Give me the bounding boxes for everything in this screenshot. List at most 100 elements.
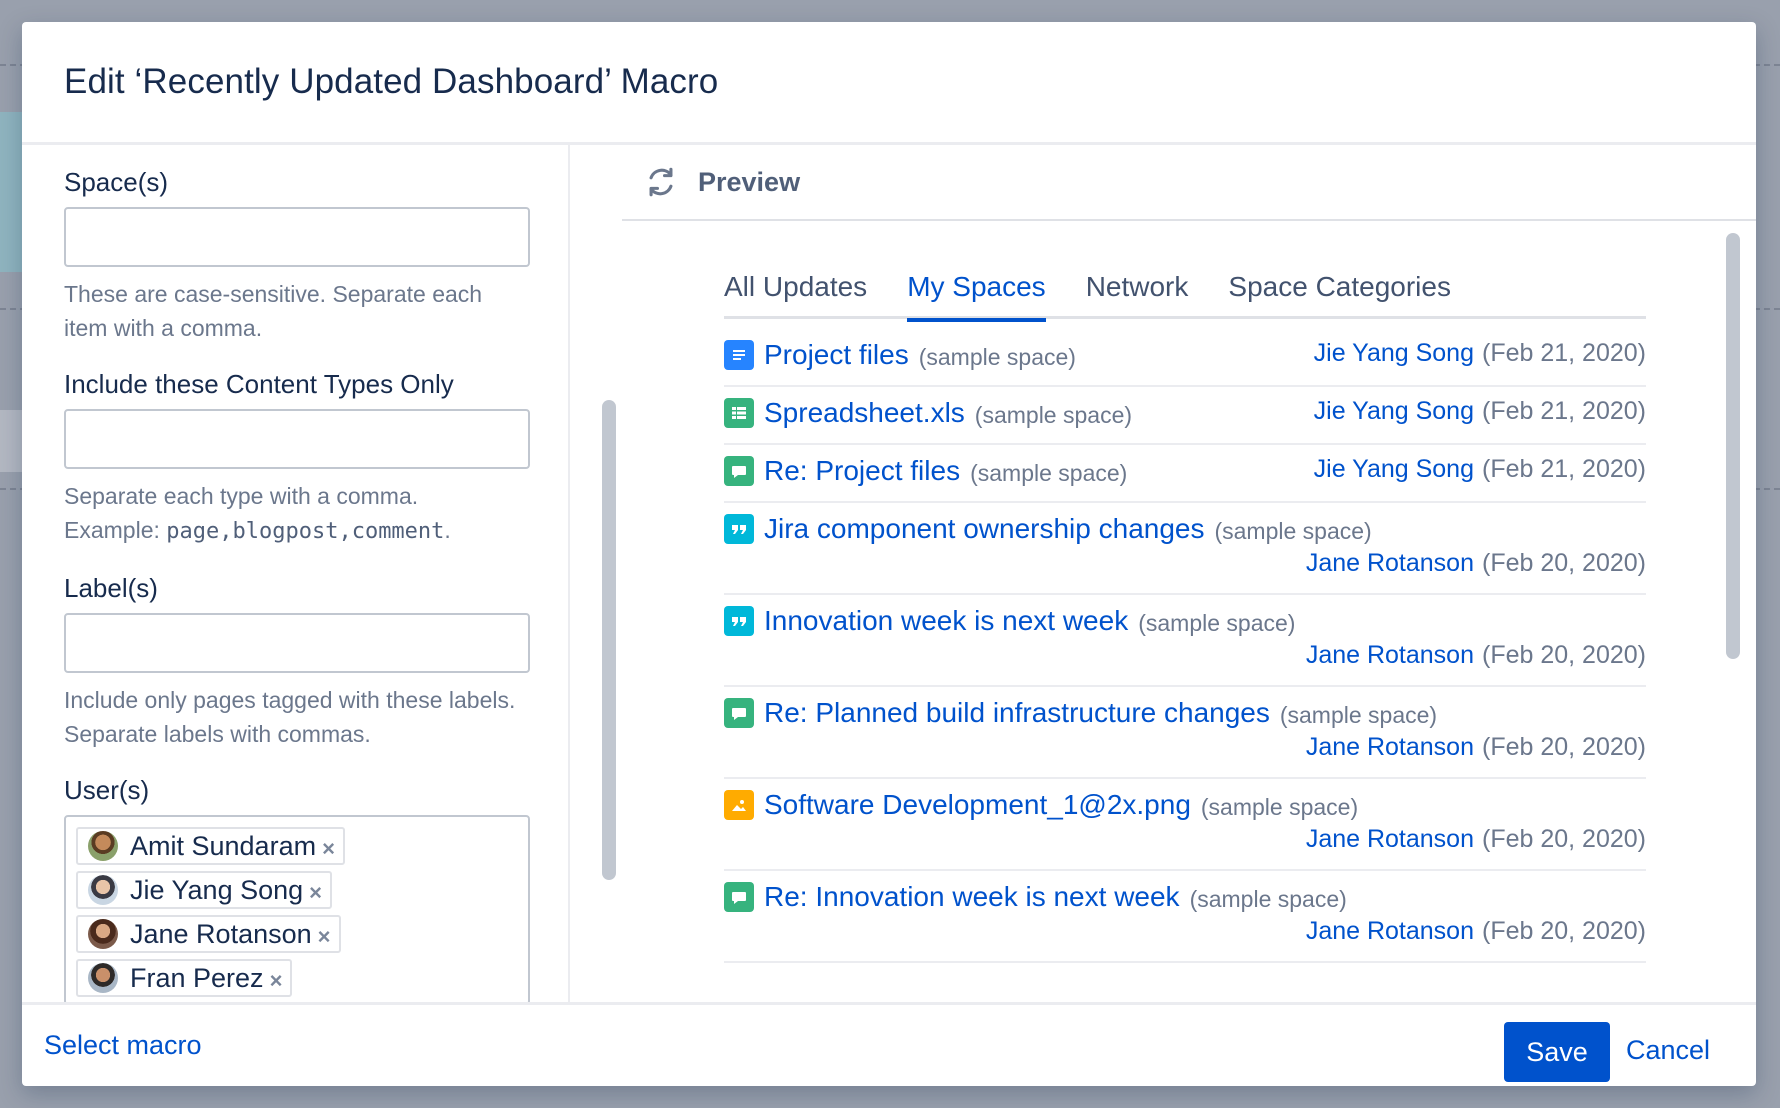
update-author-link[interactable]: Jane Rotanson [1306, 549, 1474, 577]
user-chip-name: Jie Yang Song [130, 874, 304, 905]
content-types-input[interactable] [64, 409, 530, 469]
content-types-help-example-code: page,blogpost,comment [166, 519, 445, 544]
remove-user-icon[interactable]: × [318, 924, 331, 950]
macro-parameters-pane[interactable]: Space(s) These are case-sensitive. Separ… [22, 145, 570, 1002]
form-scrollbar[interactable] [602, 400, 616, 880]
avatar [88, 963, 118, 993]
update-date: (Feb 20, 2020) [1482, 917, 1646, 945]
update-title-link[interactable]: Re: Project files [764, 455, 960, 487]
list-item: Re: Innovation week is next week (sample… [724, 871, 1646, 963]
update-author-link[interactable]: Jane Rotanson [1306, 825, 1474, 853]
update-date: (Feb 21, 2020) [1482, 455, 1646, 483]
select-macro-link[interactable]: Select macro [44, 1030, 202, 1061]
update-meta: Jane Rotanson (Feb 20, 2020) [1306, 549, 1646, 578]
update-title-link[interactable]: Software Development_1@2x.png [764, 789, 1191, 821]
update-title-link[interactable]: Project files [764, 339, 909, 371]
labels-label: Label(s) [64, 573, 158, 603]
blogpost-icon [724, 514, 754, 544]
remove-user-icon[interactable]: × [270, 968, 283, 994]
update-meta: Jie Yang Song (Feb 21, 2020) [1314, 397, 1646, 426]
update-author-link[interactable]: Jie Yang Song [1314, 455, 1474, 483]
update-title-line: Re: Innovation week is next week (sample… [724, 881, 1347, 913]
dialog-header: Edit ‘Recently Updated Dashboard’ Macro [22, 22, 1756, 145]
spaces-field: Space(s) These are case-sensitive. Separ… [64, 165, 530, 345]
macro-dialog: Edit ‘Recently Updated Dashboard’ Macro … [22, 22, 1756, 1086]
update-meta: Jie Yang Song (Feb 21, 2020) [1314, 455, 1646, 484]
list-item: Re: Planned build infrastructure changes… [724, 687, 1646, 779]
update-author-link[interactable]: Jie Yang Song [1314, 397, 1474, 425]
comment-icon [724, 698, 754, 728]
labels-help: Include only pages tagged with these lab… [64, 687, 516, 747]
preview-scrollbar[interactable] [1726, 233, 1740, 659]
labels-input[interactable] [64, 613, 530, 673]
update-meta: Jie Yang Song (Feb 21, 2020) [1314, 339, 1646, 368]
dialog-footer: Select macro Save Cancel [22, 1002, 1756, 1086]
blogpost-icon [724, 606, 754, 636]
tab-network[interactable]: Network [1086, 267, 1189, 319]
update-title-link[interactable]: Re: Innovation week is next week [764, 881, 1180, 913]
user-chip-name: Jane Rotanson [130, 918, 312, 949]
user-chip-name: Fran Perez [130, 962, 264, 993]
update-title-link[interactable]: Re: Planned build infrastructure changes [764, 697, 1270, 729]
remove-user-icon[interactable]: × [322, 836, 335, 862]
update-space: (sample space) [974, 401, 1133, 428]
user-chip-row: Jane Rotanson × [76, 915, 518, 959]
update-date: (Feb 20, 2020) [1482, 825, 1646, 853]
avatar [88, 875, 118, 905]
tab-my-spaces[interactable]: My Spaces [907, 267, 1046, 322]
page-icon [724, 340, 754, 370]
users-picker[interactable]: Amit Sundaram × Jie Yang Song × Jane Rot… [64, 815, 530, 1002]
cancel-button[interactable]: Cancel [1626, 1035, 1710, 1066]
user-chip-row: Fran Perez × [76, 959, 518, 1002]
update-space: (sample space) [1279, 701, 1438, 728]
update-title-link[interactable]: Jira component ownership changes [764, 513, 1204, 545]
update-meta: Jane Rotanson (Feb 20, 2020) [1306, 917, 1646, 946]
preview-content: All Updates My Spaces Network Space Cate… [622, 223, 1756, 1002]
content-types-label: Include these Content Types Only [64, 369, 454, 399]
update-author-link[interactable]: Jie Yang Song [1314, 339, 1474, 367]
user-chip[interactable]: Amit Sundaram × [76, 827, 345, 865]
content-types-field: Include these Content Types Only Separat… [64, 367, 530, 549]
update-title-line: Innovation week is next week (sample spa… [724, 605, 1295, 637]
update-tabs: All Updates My Spaces Network Space Cate… [724, 267, 1646, 322]
spaces-help: These are case-sensitive. Separate each … [64, 281, 483, 341]
update-title-line: Jira component ownership changes (sample… [724, 513, 1372, 545]
update-title-link[interactable]: Spreadsheet.xls [764, 397, 965, 429]
avatar [88, 919, 118, 949]
content-types-help-example-prefix: Example: [64, 517, 167, 543]
update-date: (Feb 21, 2020) [1482, 397, 1646, 425]
user-chip-row: Amit Sundaram × [76, 827, 518, 871]
update-author-link[interactable]: Jane Rotanson [1306, 733, 1474, 761]
spaces-label: Space(s) [64, 167, 169, 197]
update-date: (Feb 20, 2020) [1482, 641, 1646, 669]
comment-icon [724, 882, 754, 912]
update-space: (sample space) [1214, 517, 1372, 544]
update-meta: Jane Rotanson (Feb 20, 2020) [1306, 733, 1646, 762]
update-space: (sample space) [1189, 885, 1347, 912]
avatar [88, 831, 118, 861]
preview-pane: Preview All Updates My Spaces Network Sp… [622, 145, 1756, 1002]
preview-header: Preview [622, 145, 1756, 221]
update-title-link[interactable]: Innovation week is next week [764, 605, 1128, 637]
update-date: (Feb 20, 2020) [1482, 549, 1646, 577]
preview-label: Preview [698, 166, 801, 197]
update-title-line: Spreadsheet.xls (sample space) [724, 397, 1132, 429]
remove-user-icon[interactable]: × [309, 880, 322, 906]
refresh-icon[interactable] [644, 165, 678, 199]
tab-space-categories[interactable]: Space Categories [1228, 267, 1451, 319]
users-field: User(s) Amit Sundaram × Jie Yang Song × … [64, 773, 530, 1002]
update-author-link[interactable]: Jane Rotanson [1306, 917, 1474, 945]
recent-updates-list: Project files (sample space) Jie Yang So… [724, 329, 1646, 963]
list-item: Innovation week is next week (sample spa… [724, 595, 1646, 687]
spaces-input[interactable] [64, 207, 530, 267]
user-chip[interactable]: Fran Perez × [76, 959, 293, 997]
update-meta: Jane Rotanson (Feb 20, 2020) [1306, 641, 1646, 670]
user-chip[interactable]: Jie Yang Song × [76, 871, 332, 909]
update-date: (Feb 21, 2020) [1482, 339, 1646, 367]
labels-field: Label(s) Include only pages tagged with … [64, 571, 530, 751]
save-button[interactable]: Save [1504, 1022, 1610, 1082]
user-chip[interactable]: Jane Rotanson × [76, 915, 341, 953]
tab-all-updates[interactable]: All Updates [724, 267, 867, 319]
update-meta: Jane Rotanson (Feb 20, 2020) [1306, 825, 1646, 854]
update-author-link[interactable]: Jane Rotanson [1306, 641, 1474, 669]
